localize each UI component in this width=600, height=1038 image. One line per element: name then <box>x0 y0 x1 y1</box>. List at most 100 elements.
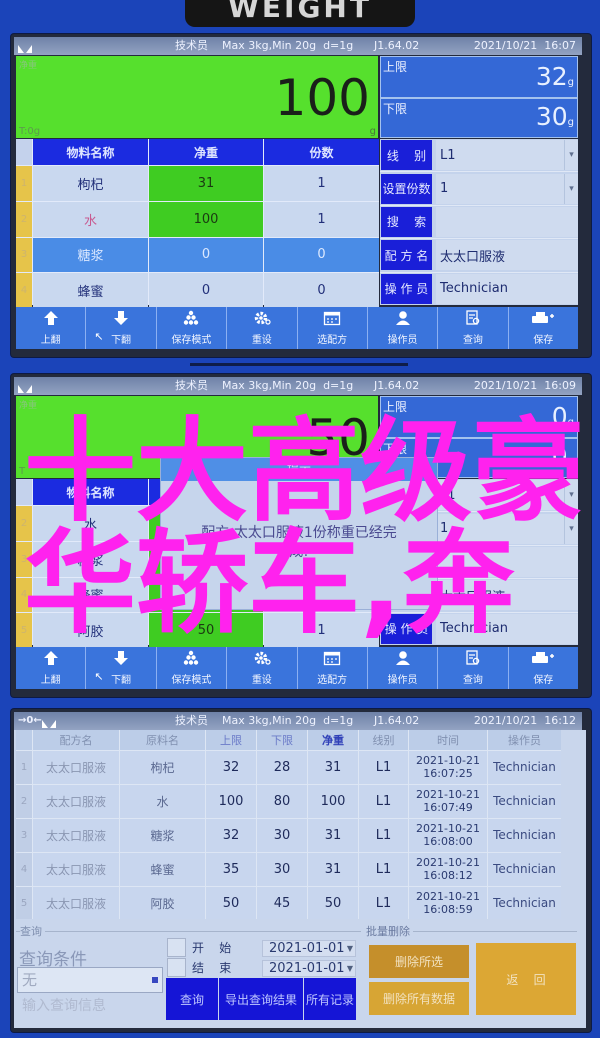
material-cell[interactable]: 阿胶 <box>120 886 205 920</box>
row-index[interactable]: 3 <box>16 818 32 852</box>
material-name[interactable]: 水 <box>33 201 148 237</box>
line-cell[interactable]: L1 <box>359 886 408 920</box>
material-cell[interactable]: 糖浆 <box>120 818 205 852</box>
operator-cell[interactable]: Technician <box>488 818 561 852</box>
column-header-operator[interactable]: 操作员 <box>488 730 561 750</box>
upper-cell[interactable]: 32 <box>206 818 256 852</box>
all-records-button[interactable]: 所有记录 <box>304 978 356 1020</box>
net-weight[interactable]: 100 <box>149 201 263 237</box>
search-button[interactable]: 查询 <box>166 978 218 1020</box>
recipe-label-button[interactable]: 配 方 名 <box>381 240 432 271</box>
material-cell[interactable]: 蜂蜜 <box>120 852 205 886</box>
recipe-cell[interactable]: 太太口服液 <box>33 751 119 784</box>
query-info-input[interactable]: 输入查询信息 <box>17 995 163 1017</box>
operator-field[interactable]: Technician <box>436 273 578 304</box>
select-recipe-button[interactable]: 选配方 <box>298 647 368 689</box>
row-index[interactable]: 5 <box>16 886 32 920</box>
portions-label-button[interactable]: 设置份数 <box>381 173 432 204</box>
operator-cell[interactable]: Technician <box>488 784 561 818</box>
save-mode-button[interactable]: 保存模式 <box>157 647 228 689</box>
chevron-down-icon[interactable]: ▾ <box>564 140 578 171</box>
net-weight[interactable]: 31 <box>149 166 263 201</box>
save-mode-button[interactable]: 保存模式 <box>157 307 228 349</box>
lower-cell[interactable]: 28 <box>257 751 307 784</box>
recipe-cell[interactable]: 太太口服液 <box>33 784 119 818</box>
upper-cell[interactable]: 32 <box>206 751 256 784</box>
end-date-picker[interactable]: 2021-01-01 ▼ <box>262 960 356 977</box>
material-name[interactable]: 枸杞 <box>33 166 148 201</box>
lower-cell[interactable]: 45 <box>257 886 307 920</box>
column-header-material[interactable]: 原料名 <box>120 730 205 750</box>
upper-cell[interactable]: 35 <box>206 852 256 886</box>
net-cell[interactable]: 50 <box>308 886 358 920</box>
line-select[interactable]: L1 ▾ <box>436 140 578 171</box>
net-weight[interactable]: 0 <box>149 237 263 273</box>
recipe-cell[interactable]: 太太口服液 <box>33 818 119 852</box>
material-name[interactable]: 糖浆 <box>33 237 148 273</box>
page-up-button[interactable]: 上翻 <box>16 647 87 689</box>
delete-selected-button[interactable]: 删除所选 <box>369 945 469 978</box>
chevron-down-icon[interactable]: ▾ <box>564 173 578 204</box>
line-label-button[interactable]: 线 别 <box>381 140 432 171</box>
chevron-down-icon[interactable]: ▼ <box>347 941 353 956</box>
recipe-name-field[interactable]: 太太口服液 <box>436 240 578 271</box>
line-cell[interactable]: L1 <box>359 818 408 852</box>
save-button[interactable]: 保存 <box>509 647 578 689</box>
net-cell[interactable]: 100 <box>308 784 358 818</box>
time-cell[interactable]: 2021-10-21 16:08:12 <box>409 852 487 886</box>
lower-cell[interactable]: 80 <box>257 784 307 818</box>
back-button[interactable]: 返 回 <box>476 943 576 1015</box>
net-weight[interactable]: 0 <box>149 273 263 308</box>
column-header-time[interactable]: 时间 <box>409 730 487 750</box>
dropdown-toggle-icon[interactable] <box>151 976 159 984</box>
row-index[interactable]: 3 <box>16 237 32 273</box>
chevron-down-icon[interactable]: ▼ <box>347 961 353 976</box>
row-index[interactable]: 4 <box>16 852 32 886</box>
operator-cell[interactable]: Technician <box>488 852 561 886</box>
column-header-upper[interactable]: 上限 <box>206 730 256 750</box>
lower-cell[interactable]: 30 <box>257 818 307 852</box>
operator-cell[interactable]: Technician <box>488 751 561 784</box>
query-button[interactable]: 查询 <box>438 647 509 689</box>
line-cell[interactable]: L1 <box>359 852 408 886</box>
upper-cell[interactable]: 50 <box>206 886 256 920</box>
net-cell[interactable]: 31 <box>308 852 358 886</box>
page-down-button[interactable]: ↖ 下翻 <box>86 307 157 349</box>
lower-cell[interactable]: 30 <box>257 852 307 886</box>
portion-count[interactable]: 0 <box>264 273 379 308</box>
net-cell[interactable]: 31 <box>308 818 358 852</box>
end-date-checkbox[interactable] <box>167 958 186 977</box>
operator-button[interactable]: 操作员 <box>368 647 439 689</box>
save-button[interactable]: 保存 <box>509 307 578 349</box>
material-name[interactable]: 蜂蜜 <box>33 273 148 308</box>
page-up-button[interactable]: 上翻 <box>16 307 87 349</box>
start-date-picker[interactable]: 2021-01-01 ▼ <box>262 940 356 957</box>
upper-cell[interactable]: 100 <box>206 784 256 818</box>
column-header-line[interactable]: 线别 <box>359 730 408 750</box>
net-cell[interactable]: 31 <box>308 751 358 784</box>
portion-count[interactable]: 1 <box>264 166 379 201</box>
portions-select[interactable]: 1 ▾ <box>436 173 578 204</box>
column-header-net[interactable]: 净重 <box>308 730 358 750</box>
recipe-cell[interactable]: 太太口服液 <box>33 852 119 886</box>
select-recipe-button[interactable]: 选配方 <box>298 307 368 349</box>
line-cell[interactable]: L1 <box>359 784 408 818</box>
search-label-button[interactable]: 搜 索 <box>381 206 432 237</box>
page-down-button[interactable]: ↖ 下翻 <box>86 647 157 689</box>
recipe-cell[interactable]: 太太口服液 <box>33 886 119 920</box>
delete-all-button[interactable]: 删除所有数据 <box>369 982 469 1015</box>
time-cell[interactable]: 2021-10-21 16:07:49 <box>409 784 487 818</box>
portion-count[interactable]: 1 <box>264 201 379 237</box>
column-header-recipe[interactable]: 配方名 <box>33 730 119 750</box>
export-results-button[interactable]: 导出查询结果 <box>219 978 303 1020</box>
start-date-checkbox[interactable] <box>167 938 186 957</box>
column-header-lower[interactable]: 下限 <box>257 730 307 750</box>
operator-cell[interactable]: Technician <box>488 886 561 920</box>
row-index[interactable]: 2 <box>16 784 32 818</box>
line-cell[interactable]: L1 <box>359 751 408 784</box>
query-condition-select[interactable]: 无 <box>17 967 163 993</box>
row-index[interactable]: 1 <box>16 166 32 201</box>
time-cell[interactable]: 2021-10-21 16:08:59 <box>409 886 487 920</box>
reset-button[interactable]: 重设 <box>227 647 298 689</box>
search-input[interactable] <box>436 206 578 237</box>
